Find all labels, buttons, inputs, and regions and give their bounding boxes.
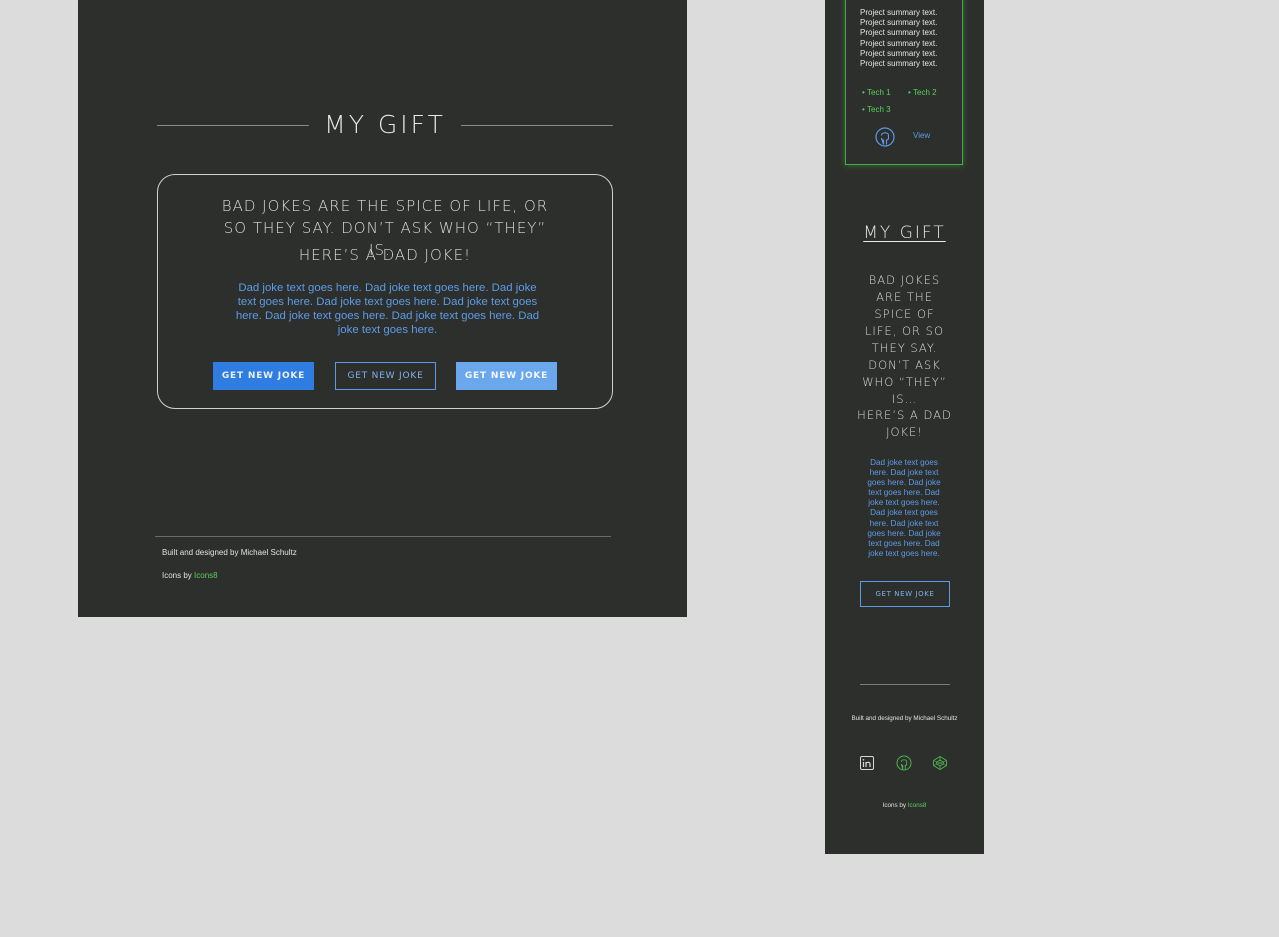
- footer-icons-credit: Icons by Icons8: [162, 571, 218, 580]
- get-new-joke-button-hover[interactable]: GET NEW JOKE: [456, 362, 557, 390]
- footer-divider: [860, 684, 950, 685]
- project-summary: Project summary text. Project summary te…: [860, 8, 956, 69]
- joke-subheading: HERE’S A DAD JOKE!: [857, 408, 952, 439]
- summary-line: Project summary text.: [860, 8, 938, 17]
- joke-card-subheading: HERE’S A DAD JOKE!: [298, 246, 472, 264]
- joke-card: BAD JOKES ARE THE SPICE OF LIFE, OR SO T…: [157, 174, 613, 409]
- section-title: MY GIFT: [863, 223, 946, 243]
- footer-divider: [155, 536, 611, 537]
- desktop-frame: MY GIFT BAD JOKES ARE THE SPICE OF LIFE,…: [78, 0, 687, 617]
- footer-credit: Built and designed by Michael Schultz: [162, 548, 297, 557]
- mobile-frame: Project summary text. Project summary te…: [825, 0, 984, 854]
- summary-line: Project summary text.: [860, 48, 938, 58]
- github-icon[interactable]: [875, 127, 895, 147]
- get-new-joke-button[interactable]: GET NEW JOKE: [860, 581, 950, 607]
- tech-tag: • Tech 2: [908, 88, 937, 97]
- joke-text: Dad joke text goes here. Dad joke text g…: [867, 458, 941, 558]
- project-card: Project summary text. Project summary te…: [845, 0, 963, 165]
- footer-icons-credit: Icons by Icons8: [825, 802, 984, 809]
- github-icon[interactable]: [896, 755, 912, 771]
- get-new-joke-button-outline[interactable]: GET NEW JOKE: [335, 362, 436, 390]
- icons8-link[interactable]: Icons8: [908, 802, 927, 809]
- section-title-row: MY GIFT: [157, 110, 613, 142]
- footer-credit: Built and designed by Michael Schultz: [851, 715, 958, 722]
- summary-line: Project summary text.: [860, 59, 938, 69]
- icons-credit-prefix: Icons by: [162, 571, 195, 580]
- codepen-icon[interactable]: [932, 755, 948, 771]
- linkedin-icon[interactable]: [859, 755, 875, 771]
- get-new-joke-button[interactable]: GET NEW JOKE: [213, 362, 314, 390]
- summary-line: Project summary text.: [860, 38, 938, 48]
- tech-tag: • Tech 1: [862, 88, 891, 97]
- tech-tag: • Tech 3: [862, 105, 891, 114]
- joke-heading: BAD JOKES ARE THE SPICE OF LIFE, OR SO T…: [862, 273, 947, 406]
- icons8-link[interactable]: Icons8: [194, 571, 218, 580]
- summary-line: Project summary text.: [860, 18, 938, 28]
- view-link[interactable]: View: [913, 131, 930, 140]
- icons-credit-prefix: Icons by: [882, 802, 908, 809]
- joke-text: Dad joke text goes here. Dad joke text g…: [235, 282, 540, 336]
- summary-line: Project summary text.: [860, 28, 938, 38]
- title-divider-right: [461, 125, 613, 126]
